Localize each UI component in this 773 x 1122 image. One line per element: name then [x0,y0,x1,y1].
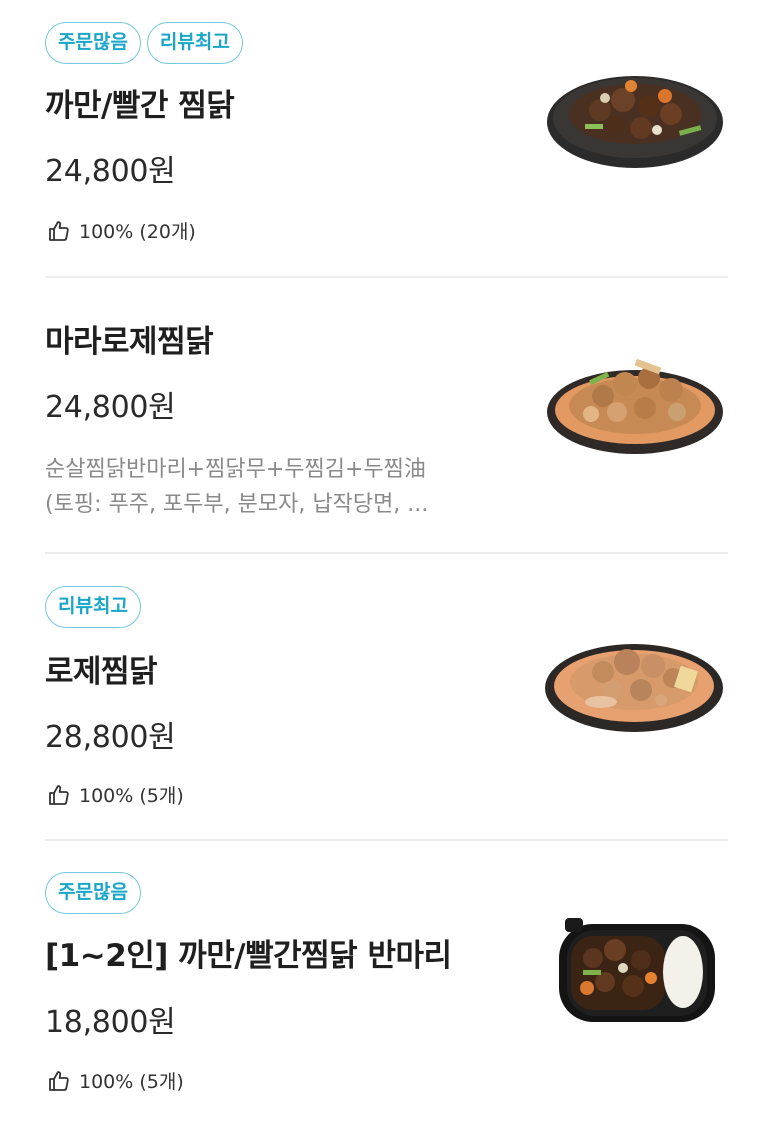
menu-item[interactable]: 리뷰최고 로제찜닭 28,800원 100% (5개) [0,554,773,840]
thumbs-up-icon [49,784,69,805]
badge-best-review: 리뷰최고 [45,586,141,628]
item-price: 18,800원 [45,1005,176,1040]
like-text: 100% (5개) [79,1071,184,1093]
item-price: 24,800원 [45,154,176,189]
thumbs-up-icon [49,220,69,241]
like-text: 100% (5개) [79,785,184,807]
badge-popular: 주문많음 [45,872,141,914]
menu-item[interactable]: 주문많음 리뷰최고 까만/빨간 찜닭 24,800원 100% (20개) [0,0,773,277]
like-text: 100% (20개) [79,221,196,243]
like-rating: 100% (20개) [47,217,196,244]
badge-best-review: 리뷰최고 [146,22,243,64]
item-photo [545,354,725,462]
item-name: [1~2인] 까만/빨간찜닭 반마리 [45,938,452,974]
item-photo [553,914,721,1032]
badge-popular: 주문많음 [45,22,141,64]
item-price: 28,800원 [45,720,176,755]
item-name: 마라로제찜닭 [45,324,214,360]
badge-group: 리뷰최고 [45,586,141,628]
item-photo [545,70,725,174]
like-rating: 100% (5개) [47,1067,184,1094]
item-price: 24,800원 [45,390,176,425]
item-description-line-1: 순살찜닭반마리+찜닭무+두찜김+두찜油 [45,457,426,482]
like-rating: 100% (5개) [47,781,184,808]
badge-group: 주문많음 리뷰최고 [45,22,243,64]
item-name: 로제찜닭 [45,654,158,690]
badge-group: 주문많음 [45,872,141,914]
item-name: 까만/빨간 찜닭 [45,88,235,124]
item-description-line-2: (토핑: 푸주, 포두부, 분모자, 납작당면, ... [45,492,429,517]
thumbs-up-icon [49,1070,69,1091]
item-photo [543,636,725,740]
menu-item[interactable]: 주문많음 [1~2인] 까만/빨간찜닭 반마리 18,800원 100% (5개… [0,841,773,1122]
menu-item[interactable]: 마라로제찜닭 24,800원 순살찜닭반마리+찜닭무+두찜김+두찜油 (토핑: … [0,278,773,553]
